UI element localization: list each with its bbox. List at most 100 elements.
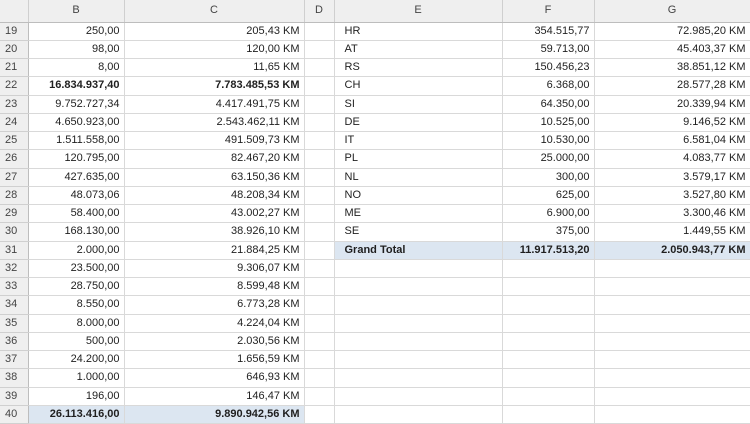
total-b[interactable]: 26.113.416,00 (28, 405, 125, 424)
cell-b[interactable]: 58.400,00 (28, 204, 125, 224)
cell-b[interactable]: 500,00 (28, 332, 125, 352)
cell-b[interactable]: 98,00 (28, 40, 125, 60)
cell-c[interactable]: 2.030,56 KM (124, 332, 305, 352)
row-header[interactable]: 21 (0, 58, 29, 78)
cell-g[interactable] (594, 332, 750, 352)
grand-total-g[interactable]: 2.050.943,77 KM (594, 241, 750, 260)
cell-e[interactable]: NO (334, 186, 503, 206)
cell-f[interactable] (502, 295, 595, 315)
column-header-f[interactable]: F (502, 0, 595, 23)
cell-e[interactable] (334, 277, 503, 297)
cell-b[interactable]: 9.752.727,34 (28, 95, 125, 114)
cell-f[interactable] (502, 405, 595, 424)
cell-e[interactable] (334, 350, 503, 370)
cell-f[interactable] (502, 314, 595, 333)
cell-b[interactable]: 4.650.923,00 (28, 113, 125, 133)
cell-c[interactable]: 43.002,27 KM (124, 204, 305, 224)
cell-d[interactable] (304, 405, 335, 424)
cell-g[interactable]: 20.339,94 KM (594, 95, 750, 114)
cell-e[interactable]: PL (334, 149, 503, 169)
row-header[interactable]: 34 (0, 295, 29, 315)
row-header[interactable]: 19 (0, 22, 29, 41)
cell-d[interactable] (304, 149, 335, 169)
column-header-c[interactable]: C (124, 0, 305, 23)
cell-b[interactable]: 427.635,00 (28, 168, 125, 187)
cell-e[interactable]: IT (334, 131, 503, 151)
select-all-corner[interactable] (0, 0, 29, 23)
cell-g[interactable] (594, 295, 750, 315)
cell-c[interactable]: 1.656,59 KM (124, 350, 305, 370)
column-header-g[interactable]: G (594, 0, 750, 23)
cell-f[interactable]: 625,00 (502, 186, 595, 206)
column-header-e[interactable]: E (334, 0, 503, 23)
cell-e[interactable]: CH (334, 76, 503, 96)
cell-d[interactable] (304, 168, 335, 187)
row-header[interactable]: 23 (0, 95, 29, 114)
cell-d[interactable] (304, 277, 335, 297)
cell-d[interactable] (304, 113, 335, 133)
cell-b-subtotal[interactable]: 16.834.937,40 (28, 76, 125, 96)
cell-b[interactable]: 120.795,00 (28, 149, 125, 169)
cell-b[interactable]: 250,00 (28, 22, 125, 41)
cell-e[interactable]: SI (334, 95, 503, 114)
cell-c[interactable]: 21.884,25 KM (124, 241, 305, 260)
cell-f[interactable]: 300,00 (502, 168, 595, 187)
cell-d[interactable] (304, 131, 335, 151)
cell-d[interactable] (304, 186, 335, 206)
cell-c[interactable]: 48.208,34 KM (124, 186, 305, 206)
row-header[interactable]: 33 (0, 277, 29, 297)
row-header[interactable]: 20 (0, 40, 29, 60)
cell-f[interactable] (502, 332, 595, 352)
cell-c[interactable]: 146,47 KM (124, 387, 305, 406)
cell-f[interactable]: 150.456,23 (502, 58, 595, 78)
cell-e[interactable]: RS (334, 58, 503, 78)
cell-e[interactable]: SE (334, 222, 503, 242)
cell-g[interactable] (594, 259, 750, 279)
cell-c[interactable]: 6.773,28 KM (124, 295, 305, 315)
cell-f[interactable]: 354.515,77 (502, 22, 595, 41)
cell-d[interactable] (304, 95, 335, 114)
cell-e[interactable] (334, 405, 503, 424)
cell-f[interactable]: 6.368,00 (502, 76, 595, 96)
cell-d[interactable] (304, 222, 335, 242)
cell-d[interactable] (304, 204, 335, 224)
cell-d[interactable] (304, 241, 335, 260)
cell-d[interactable] (304, 387, 335, 406)
cell-b[interactable]: 8.550,00 (28, 295, 125, 315)
cell-g[interactable] (594, 387, 750, 406)
cell-g[interactable]: 38.851,12 KM (594, 58, 750, 78)
cell-d[interactable] (304, 259, 335, 279)
cell-e[interactable]: HR (334, 22, 503, 41)
cell-g[interactable]: 3.300,46 KM (594, 204, 750, 224)
row-header[interactable]: 26 (0, 149, 29, 169)
cell-e[interactable]: DE (334, 113, 503, 133)
cell-b[interactable]: 24.200,00 (28, 350, 125, 370)
row-header[interactable]: 29 (0, 204, 29, 224)
cell-g[interactable] (594, 277, 750, 297)
row-header[interactable]: 38 (0, 368, 29, 388)
row-header[interactable]: 39 (0, 387, 29, 406)
total-c[interactable]: 9.890.942,56 KM (124, 405, 305, 424)
row-header[interactable]: 25 (0, 131, 29, 151)
cell-c[interactable]: 38.926,10 KM (124, 222, 305, 242)
cell-c[interactable]: 82.467,20 KM (124, 149, 305, 169)
cell-c[interactable]: 2.543.462,11 KM (124, 113, 305, 133)
cell-d[interactable] (304, 58, 335, 78)
cell-b[interactable]: 28.750,00 (28, 277, 125, 297)
cell-c[interactable]: 4.417.491,75 KM (124, 95, 305, 114)
cell-d[interactable] (304, 76, 335, 96)
cell-g[interactable] (594, 368, 750, 388)
cell-f[interactable] (502, 277, 595, 297)
cell-g[interactable]: 3.527,80 KM (594, 186, 750, 206)
cell-c[interactable]: 63.150,36 KM (124, 168, 305, 187)
cell-f[interactable]: 6.900,00 (502, 204, 595, 224)
cell-g[interactable] (594, 314, 750, 333)
cell-f[interactable]: 10.525,00 (502, 113, 595, 133)
cell-b[interactable]: 8.000,00 (28, 314, 125, 333)
cell-f[interactable] (502, 387, 595, 406)
cell-d[interactable] (304, 332, 335, 352)
cell-e[interactable]: AT (334, 40, 503, 60)
row-header[interactable]: 31 (0, 241, 29, 260)
row-header[interactable]: 30 (0, 222, 29, 242)
cell-g[interactable] (594, 350, 750, 370)
